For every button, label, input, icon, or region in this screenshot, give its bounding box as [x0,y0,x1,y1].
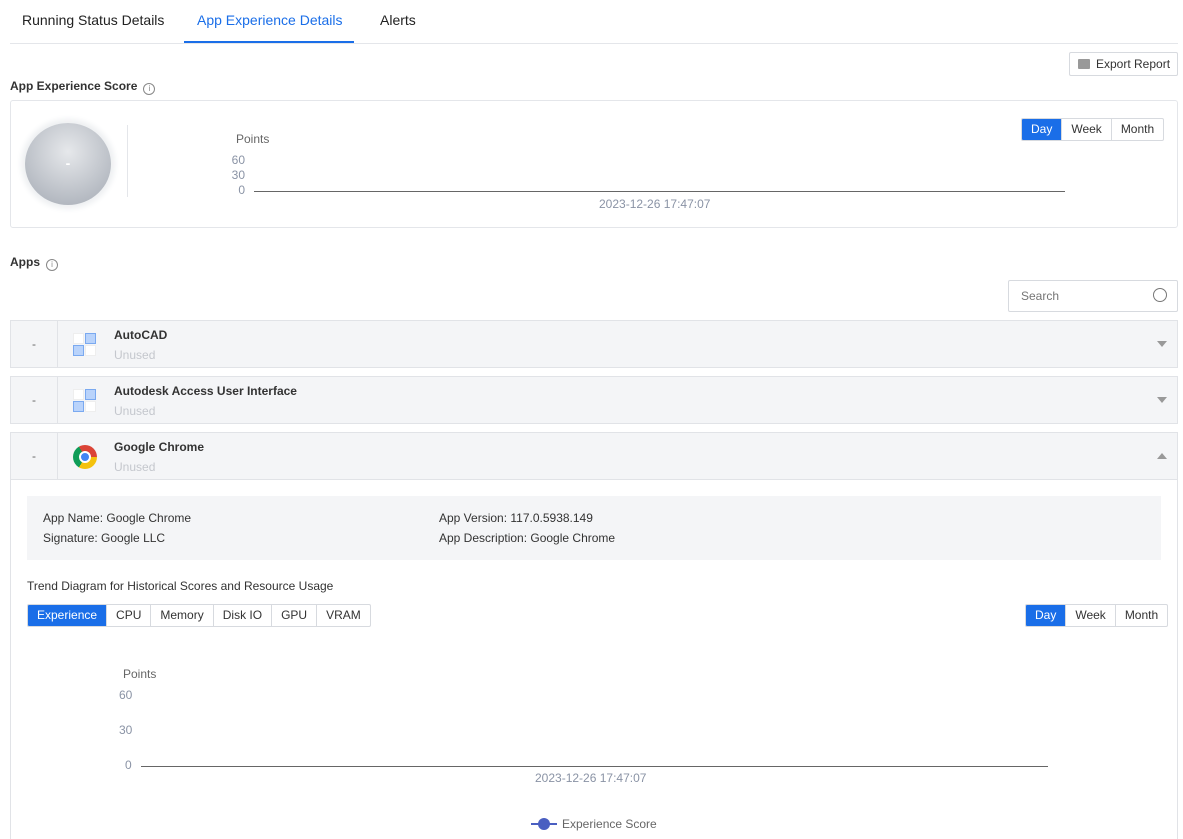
score-value: - [65,155,71,171]
tab-app-experience[interactable]: App Experience Details [197,12,343,28]
app-description: App Description: Google Chrome [439,531,616,545]
chrome-icon [73,445,97,469]
search-icon[interactable] [1153,288,1167,302]
export-report-button[interactable]: Export Report [1069,52,1178,76]
y-tick: 30 [231,168,245,182]
trend-period-selector: Day Week Month [1025,604,1169,627]
y-tick: 0 [238,183,245,197]
search-input[interactable] [1021,289,1141,303]
info-icon[interactable]: i [143,83,156,95]
signature: Signature: Google LLC [43,531,166,545]
y-axis-label: Points [236,132,270,146]
tab-alerts[interactable]: Alerts [380,12,416,28]
app-row-autodesk-access[interactable]: - Autodesk Access User Interface Unused [10,376,1178,424]
app-detail-panel: App Name: Google Chrome Signature: Googl… [10,479,1178,839]
app-info-box: App Name: Google Chrome Signature: Googl… [27,496,1161,560]
metric-gpu[interactable]: GPU [271,605,316,626]
metric-disk-io[interactable]: Disk IO [212,605,271,626]
x-axis [254,191,1065,192]
period-day[interactable]: Day [1026,605,1066,626]
x-tick: 2023-12-26 17:47:07 [535,771,647,785]
metric-selector: Experience CPU Memory Disk IO GPU VRAM [27,604,371,627]
y-tick: 0 [125,758,132,772]
metric-experience[interactable]: Experience [28,605,107,626]
score-period-selector: Day Week Month [1021,118,1165,141]
x-tick: 2023-12-26 17:47:07 [599,197,711,211]
period-week[interactable]: Week [1061,119,1110,140]
chart-legend[interactable]: Experience Score [531,817,657,831]
legend-marker-icon [531,818,557,830]
trend-title: Trend Diagram for Historical Scores and … [27,579,334,593]
app-version: App Version: 117.0.5938.149 [439,511,593,525]
chevron-down-icon[interactable] [1157,397,1167,403]
y-axis-label: Points [123,667,157,681]
score-card: - Points 60 30 0 2023-12-26 17:47:07 Day… [10,100,1178,228]
chevron-up-icon[interactable] [1157,453,1167,459]
active-tab-indicator [184,41,354,43]
period-month[interactable]: Month [1114,605,1167,626]
chevron-down-icon[interactable] [1157,341,1167,347]
info-icon[interactable]: i [46,259,58,271]
search-box [1008,280,1178,312]
generic-app-icon [73,333,97,357]
y-tick: 60 [231,153,245,167]
app-row-autocad[interactable]: - AutoCAD Unused [10,320,1178,368]
x-axis [141,766,1048,767]
metric-memory[interactable]: Memory [150,605,212,626]
metric-cpu[interactable]: CPU [106,605,150,626]
tab-bar: Running Status Details App Experience De… [10,0,1178,44]
y-tick: 30 [119,723,133,737]
export-icon [1078,59,1090,69]
divider [127,125,128,197]
app-name: App Name: Google Chrome [43,511,192,525]
tab-running-status[interactable]: Running Status Details [22,12,164,28]
apps-title: Apps i [10,255,58,271]
generic-app-icon [73,389,97,413]
period-month[interactable]: Month [1110,119,1163,140]
period-day[interactable]: Day [1022,119,1062,140]
score-gauge: - [25,123,111,205]
metric-vram[interactable]: VRAM [316,605,370,626]
y-tick: 60 [119,688,133,702]
period-week[interactable]: Week [1065,605,1114,626]
app-row-google-chrome[interactable]: - Google Chrome Unused [10,432,1178,480]
app-experience-score-title: App Experience Score i [10,79,156,95]
